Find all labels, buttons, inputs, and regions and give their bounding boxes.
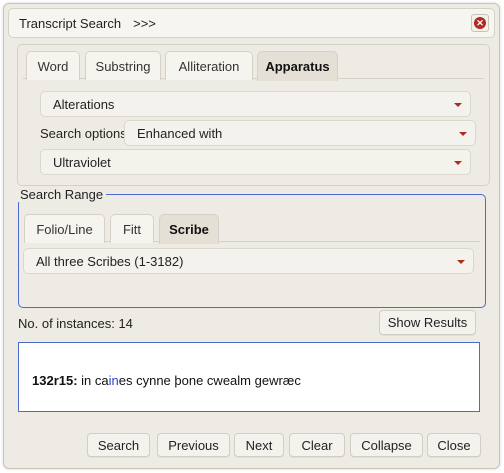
dialog-title-text: Transcript Search	[19, 16, 122, 31]
chevron-down-icon	[459, 132, 467, 136]
tab-folio-line[interactable]: Folio/Line	[24, 214, 105, 243]
enhancement-value: Ultraviolet	[53, 154, 111, 170]
expand-arrows[interactable]: >>>	[133, 16, 156, 31]
result-line[interactable]: 132r15: in caines cynne þone cwealm gewr…	[32, 373, 301, 388]
scribe-select[interactable]: All three Scribes (1-3182)	[23, 248, 474, 274]
tab-substring[interactable]: Substring	[85, 51, 161, 80]
show-results-button[interactable]: Show Results	[379, 310, 476, 335]
scribe-select-value: All three Scribes (1-3182)	[36, 253, 184, 269]
close-icon: ✕	[474, 17, 486, 29]
tab-word[interactable]: Word	[26, 51, 80, 80]
clear-button[interactable]: Clear	[289, 433, 345, 457]
previous-button[interactable]: Previous	[157, 433, 230, 457]
apparatus-type-value: Alterations	[53, 96, 115, 112]
search-type-panel: Word Substring Alliteration Apparatus Al…	[17, 44, 490, 186]
next-button[interactable]: Next	[234, 433, 284, 457]
search-type-tabs: Word Substring Alliteration Apparatus	[23, 48, 484, 81]
chevron-down-icon	[454, 103, 462, 107]
tab-apparatus[interactable]: Apparatus	[257, 51, 338, 81]
tab-alliteration[interactable]: Alliteration	[165, 51, 253, 80]
result-match-highlight: in	[108, 373, 119, 388]
result-reference[interactable]: 132r15:	[32, 373, 78, 388]
dialog-title: Transcript Search >>>	[19, 16, 156, 31]
chevron-down-icon	[454, 161, 462, 165]
collapse-button[interactable]: Collapse	[350, 433, 423, 457]
result-text-pre: in ca	[77, 373, 109, 388]
close-window-button[interactable]: ✕	[471, 14, 489, 32]
apparatus-type-select[interactable]: Alterations	[40, 91, 471, 117]
tab-scribe[interactable]: Scribe	[159, 214, 219, 244]
search-range-fieldset: Folio/Line Fitt Scribe All three Scribes…	[18, 194, 486, 308]
result-text-post: es cynne þone cwealm gewræc	[118, 373, 301, 388]
results-box: 132r15: in caines cynne þone cwealm gewr…	[18, 342, 480, 412]
search-options-value: Enhanced with	[137, 125, 223, 141]
transcript-search-dialog: Transcript Search >>> ✕ Word Substring Al…	[3, 3, 500, 469]
tab-fitt[interactable]: Fitt	[110, 214, 154, 243]
search-range-legend: Search Range	[17, 187, 107, 202]
close-button[interactable]: Close	[427, 433, 481, 457]
enhancement-select[interactable]: Ultraviolet	[40, 149, 471, 175]
search-options-label: Search options:	[40, 126, 131, 141]
search-range-tabs: Folio/Line Fitt Scribe	[24, 211, 480, 244]
search-options-select[interactable]: Enhanced with	[124, 120, 476, 146]
dialog-titlebar[interactable]: Transcript Search >>> ✕	[8, 8, 495, 38]
search-button[interactable]: Search	[87, 433, 150, 457]
instances-count: No. of instances: 14	[18, 316, 133, 331]
chevron-down-icon	[457, 260, 465, 264]
